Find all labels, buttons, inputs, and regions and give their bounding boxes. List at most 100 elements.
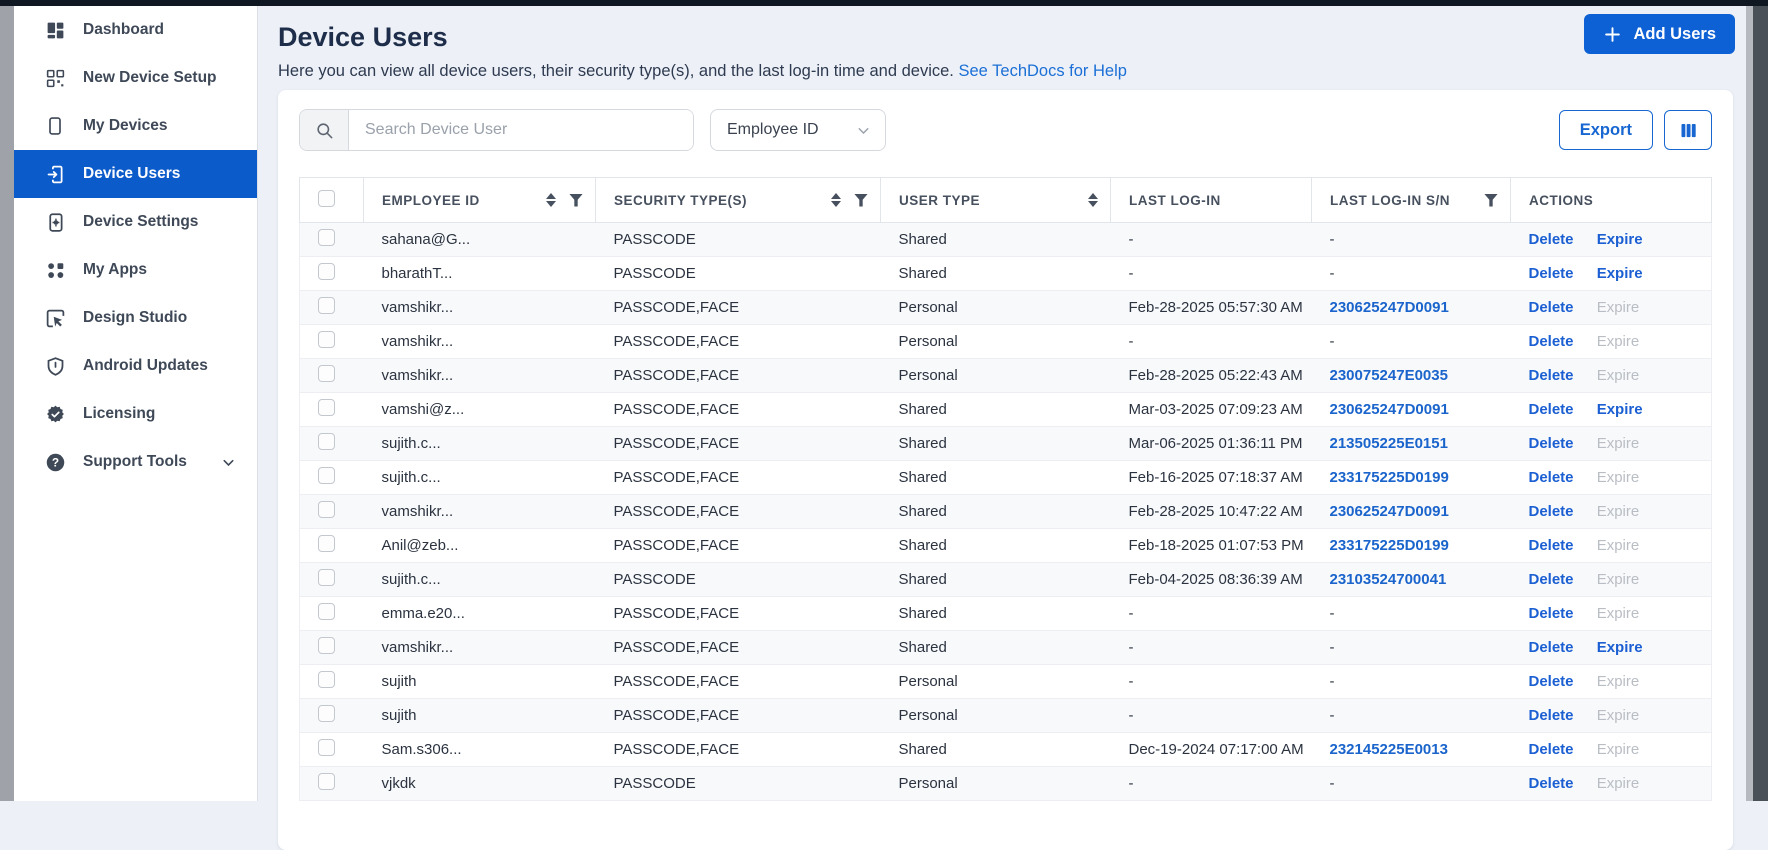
filter-icon[interactable]	[569, 193, 583, 207]
filter-icon[interactable]	[1484, 193, 1498, 207]
row-checkbox[interactable]	[318, 467, 335, 484]
delete-link[interactable]: Delete	[1529, 469, 1574, 486]
delete-link[interactable]: Delete	[1529, 571, 1574, 588]
sidebar-item-my-apps[interactable]: My Apps	[14, 246, 257, 294]
delete-link[interactable]: Delete	[1529, 605, 1574, 622]
sidebar-item-android-updates[interactable]: Android Updates	[14, 342, 257, 390]
table-row: sujith PASSCODE,FACE Personal - - Delete…	[299, 698, 1712, 733]
delete-link[interactable]: Delete	[1529, 775, 1574, 792]
cell-employee-id: vamshikr...	[363, 290, 596, 325]
smartphone-icon	[44, 115, 66, 137]
cell-security-types: PASSCODE,FACE	[595, 596, 881, 631]
serial-number-link[interactable]: 230075247E0035	[1330, 367, 1448, 384]
cell-last-login: -	[1110, 256, 1312, 291]
sidebar-item-dashboard[interactable]: Dashboard	[14, 6, 257, 54]
sidebar-item-support-tools[interactable]: ? Support Tools	[14, 438, 257, 486]
cell-user-type: Shared	[880, 426, 1111, 461]
column-header-employee-id: EMPLOYEE ID	[363, 177, 596, 223]
sidebar-item-device-settings[interactable]: Device Settings	[14, 198, 257, 246]
search-field-dropdown[interactable]: Employee ID	[710, 109, 886, 151]
table-row: vjkdk PASSCODE Personal - - Delete Expir…	[299, 766, 1712, 801]
table-row: vamshikr... PASSCODE,FACE Personal Feb-2…	[299, 358, 1712, 393]
search-button[interactable]	[300, 110, 349, 150]
row-checkbox[interactable]	[318, 739, 335, 756]
delete-link[interactable]: Delete	[1529, 537, 1574, 554]
serial-number-link[interactable]: 23103524700041	[1330, 571, 1447, 588]
add-users-button[interactable]: Add Users	[1584, 14, 1735, 54]
expire-link: Expire	[1596, 775, 1640, 792]
row-checkbox[interactable]	[318, 331, 335, 348]
delete-link[interactable]: Delete	[1529, 401, 1574, 418]
delete-link[interactable]: Delete	[1529, 503, 1574, 520]
delete-link[interactable]: Delete	[1529, 707, 1574, 724]
expire-link: Expire	[1596, 537, 1640, 554]
row-checkbox[interactable]	[318, 535, 335, 552]
columns-icon	[1678, 120, 1699, 141]
row-checkbox[interactable]	[318, 569, 335, 586]
delete-link[interactable]: Delete	[1529, 333, 1574, 350]
device-users-table: EMPLOYEE ID SECURITY TYPE(S) USER TYPE L…	[299, 177, 1712, 801]
delete-link[interactable]: Delete	[1529, 673, 1574, 690]
sidebar-item-my-devices[interactable]: My Devices	[14, 102, 257, 150]
delete-link[interactable]: Delete	[1529, 741, 1574, 758]
sidebar-item-new-device-setup[interactable]: New Device Setup	[14, 54, 257, 102]
sort-icon[interactable]	[1088, 193, 1098, 207]
search-input[interactable]	[349, 110, 693, 150]
table-row: vamshikr... PASSCODE,FACE Shared - - Del…	[299, 630, 1712, 665]
table-row: sujith.c... PASSCODE,FACE Shared Mar-06-…	[299, 426, 1712, 461]
table-row: sahana@G... PASSCODE Shared - - Delete E…	[299, 222, 1712, 257]
serial-number-link[interactable]: 233175225D0199	[1330, 469, 1449, 486]
cell-security-types: PASSCODE,FACE	[595, 324, 881, 359]
expire-link[interactable]: Expire	[1597, 639, 1643, 656]
delete-link[interactable]: Delete	[1529, 639, 1574, 656]
expire-link[interactable]: Expire	[1597, 265, 1643, 282]
row-checkbox[interactable]	[318, 705, 335, 722]
techdocs-link[interactable]: See TechDocs for Help	[959, 62, 1127, 80]
row-checkbox[interactable]	[318, 433, 335, 450]
scrollbar-thumb[interactable]	[1753, 0, 1768, 801]
row-checkbox[interactable]	[318, 637, 335, 654]
column-settings-button[interactable]	[1664, 110, 1712, 150]
serial-number-link[interactable]: 230625247D0091	[1330, 401, 1449, 418]
sort-icon[interactable]	[546, 193, 556, 207]
expire-link: Expire	[1596, 469, 1640, 486]
scrollbar[interactable]	[1746, 0, 1768, 801]
row-checkbox[interactable]	[318, 603, 335, 620]
row-checkbox[interactable]	[318, 365, 335, 382]
row-checkbox[interactable]	[318, 263, 335, 280]
column-header-last-login: LAST LOG-IN	[1110, 177, 1312, 223]
select-all-checkbox[interactable]	[318, 190, 335, 207]
serial-number-link[interactable]: 213505225E0151	[1330, 435, 1448, 452]
cell-security-types: PASSCODE	[595, 256, 881, 291]
delete-link[interactable]: Delete	[1529, 299, 1574, 316]
expire-link[interactable]: Expire	[1597, 401, 1643, 418]
sidebar-item-design-studio[interactable]: Design Studio	[14, 294, 257, 342]
cell-security-types: PASSCODE,FACE	[595, 698, 881, 733]
row-checkbox[interactable]	[318, 399, 335, 416]
table-row: emma.e20... PASSCODE,FACE Shared - - Del…	[299, 596, 1712, 631]
cell-security-types: PASSCODE	[595, 222, 881, 257]
serial-number-link[interactable]: 233175225D0199	[1330, 537, 1449, 554]
row-checkbox[interactable]	[318, 671, 335, 688]
sidebar-item-licensing[interactable]: Licensing	[14, 390, 257, 438]
serial-number-link[interactable]: 230625247D0091	[1330, 299, 1449, 316]
serial-number-link[interactable]: 230625247D0091	[1330, 503, 1449, 520]
delete-link[interactable]: Delete	[1529, 231, 1574, 248]
cell-user-type: Shared	[880, 528, 1111, 563]
cell-last-login: Feb-28-2025 05:57:30 AM	[1110, 290, 1312, 325]
row-checkbox[interactable]	[318, 501, 335, 518]
delete-link[interactable]: Delete	[1529, 367, 1574, 384]
delete-link[interactable]: Delete	[1529, 265, 1574, 282]
delete-link[interactable]: Delete	[1529, 435, 1574, 452]
row-checkbox[interactable]	[318, 773, 335, 790]
sidebar-item-device-users[interactable]: Device Users	[14, 150, 257, 198]
expire-link[interactable]: Expire	[1597, 231, 1643, 248]
sort-icon[interactable]	[831, 193, 841, 207]
row-checkbox[interactable]	[318, 297, 335, 314]
filter-icon[interactable]	[854, 193, 868, 207]
serial-number-link[interactable]: 232145225E0013	[1330, 741, 1448, 758]
export-button[interactable]: Export	[1558, 110, 1653, 150]
table-row: sujith PASSCODE,FACE Personal - - Delete…	[299, 664, 1712, 699]
cell-user-type: Personal	[880, 358, 1111, 393]
row-checkbox[interactable]	[318, 229, 335, 246]
